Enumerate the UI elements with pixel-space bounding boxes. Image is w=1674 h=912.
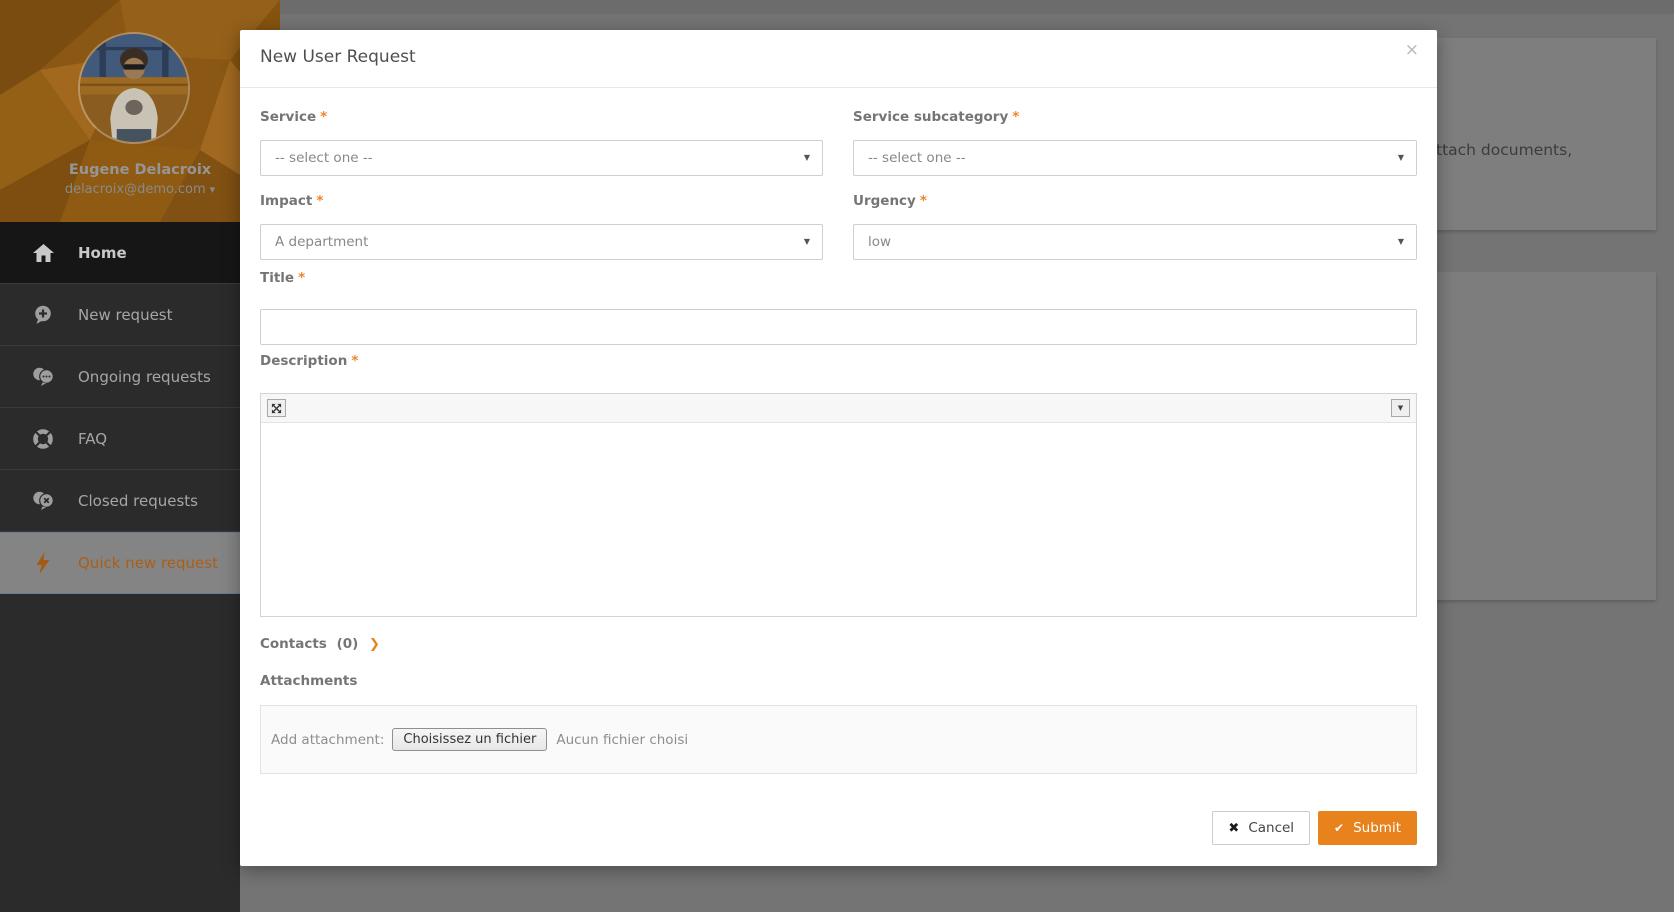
- screen: ttach documents,: [0, 0, 1674, 912]
- user-menu[interactable]: delacroix@demo.com ▾: [0, 182, 280, 197]
- submit-button[interactable]: ✔ Submit: [1318, 811, 1417, 845]
- chevron-right-icon: ❯: [369, 637, 380, 652]
- editor-toolbar: ▼: [261, 394, 1416, 423]
- sidebar-item-label: New request: [78, 306, 173, 324]
- description-input[interactable]: [261, 423, 1416, 616]
- service-subcategory-select[interactable]: -- select one -- ▼: [853, 140, 1417, 176]
- sidebar-user-panel: Eugene Delacroix delacroix@demo.com ▾: [0, 0, 280, 222]
- service-select[interactable]: -- select one -- ▼: [260, 140, 823, 176]
- contacts-count: (0): [337, 636, 359, 652]
- description-label: Description*: [260, 353, 358, 369]
- background-topbar: [280, 0, 1674, 14]
- required-marker: *: [351, 353, 358, 369]
- modal-footer: ✖ Cancel ✔ Submit: [1212, 811, 1417, 845]
- avatar: [78, 32, 190, 144]
- modal-header: New User Request ×: [240, 30, 1437, 88]
- toolbar-collapse-icon[interactable]: ▼: [1391, 399, 1410, 417]
- sidebar-menu: Home New request Ongoing requests FAQ Cl: [0, 222, 240, 912]
- required-marker: *: [316, 193, 323, 209]
- sidebar-item-faq[interactable]: FAQ: [0, 408, 240, 470]
- required-marker: *: [320, 109, 327, 125]
- life-ring-icon: [30, 429, 56, 449]
- sidebar-item-new-request[interactable]: New request: [0, 284, 240, 346]
- new-user-request-modal: New User Request × Service* Service subc…: [240, 30, 1437, 866]
- home-icon: [30, 244, 56, 262]
- check-icon: ✔: [1334, 821, 1344, 835]
- sidebar-item-label: FAQ: [78, 430, 107, 448]
- label-text: Service subcategory: [853, 109, 1008, 125]
- sidebar-item-label: Ongoing requests: [78, 368, 211, 386]
- select-value: -- select one --: [275, 150, 373, 166]
- service-label: Service*: [260, 109, 823, 125]
- label-text: Impact: [260, 193, 312, 209]
- chevron-down-icon: ▾: [210, 183, 216, 196]
- label-text: Title: [260, 270, 294, 286]
- sidebar-item-label: Closed requests: [78, 492, 198, 510]
- caret-down-icon: ▼: [1398, 225, 1404, 259]
- user-email: delacroix@demo.com: [65, 182, 206, 197]
- contacts-toggle[interactable]: Contacts (0) ❯: [260, 636, 380, 652]
- required-marker: *: [1012, 109, 1019, 125]
- bubbles-ellipsis-icon: [30, 367, 56, 386]
- title-input[interactable]: [260, 309, 1417, 345]
- bubbles-close-icon: [30, 491, 56, 510]
- select-value: A department: [275, 234, 368, 250]
- file-status-text: Aucun fichier choisi: [556, 732, 688, 748]
- close-icon[interactable]: ×: [1405, 42, 1419, 59]
- select-value: low: [868, 234, 891, 250]
- cancel-label: Cancel: [1248, 820, 1294, 836]
- caret-down-icon: ▼: [804, 225, 810, 259]
- caret-down-icon: ▼: [804, 141, 810, 175]
- modal-title: New User Request: [260, 47, 416, 67]
- lightning-icon: [30, 552, 56, 574]
- urgency-label: Urgency*: [853, 193, 1417, 209]
- contacts-label: Contacts: [260, 636, 327, 652]
- add-attachment-label: Add attachment:: [271, 732, 384, 748]
- urgency-select[interactable]: low ▼: [853, 224, 1417, 260]
- caret-down-icon: ▼: [1398, 141, 1404, 175]
- select-value: -- select one --: [868, 150, 966, 166]
- user-name: Eugene Delacroix: [0, 162, 280, 178]
- cancel-button[interactable]: ✖ Cancel: [1212, 811, 1310, 845]
- label-text: Description: [260, 353, 347, 369]
- label-text: Service: [260, 109, 316, 125]
- sidebar-item-closed-requests[interactable]: Closed requests: [0, 470, 240, 532]
- sidebar-item-label: Quick new request: [78, 554, 218, 572]
- sidebar-item-home[interactable]: Home: [0, 222, 240, 284]
- maximize-icon[interactable]: [267, 399, 286, 417]
- required-marker: *: [298, 270, 305, 286]
- caret-down-icon: ▼: [1398, 404, 1403, 412]
- title-label: Title*: [260, 270, 305, 286]
- attachments-heading: Attachments: [260, 673, 357, 689]
- sidebar-item-quick-new-request[interactable]: Quick new request: [0, 532, 240, 594]
- impact-select[interactable]: A department ▼: [260, 224, 823, 260]
- sidebar-item-ongoing-requests[interactable]: Ongoing requests: [0, 346, 240, 408]
- sidebar-item-label: Home: [78, 244, 127, 262]
- bubble-plus-icon: [30, 305, 56, 324]
- service-subcategory-label: Service subcategory*: [853, 109, 1417, 125]
- description-editor: ▼: [260, 393, 1417, 617]
- label-text: Urgency: [853, 193, 916, 209]
- required-marker: *: [920, 193, 927, 209]
- attachments-panel: Add attachment: Choisissez un fichier Au…: [260, 705, 1417, 774]
- impact-label: Impact*: [260, 193, 823, 209]
- choose-file-button[interactable]: Choisissez un fichier: [392, 728, 547, 751]
- x-icon: ✖: [1228, 821, 1239, 836]
- background-text: ttach documents,: [1436, 141, 1572, 159]
- submit-label: Submit: [1353, 820, 1401, 836]
- avatar-photo: [80, 34, 188, 142]
